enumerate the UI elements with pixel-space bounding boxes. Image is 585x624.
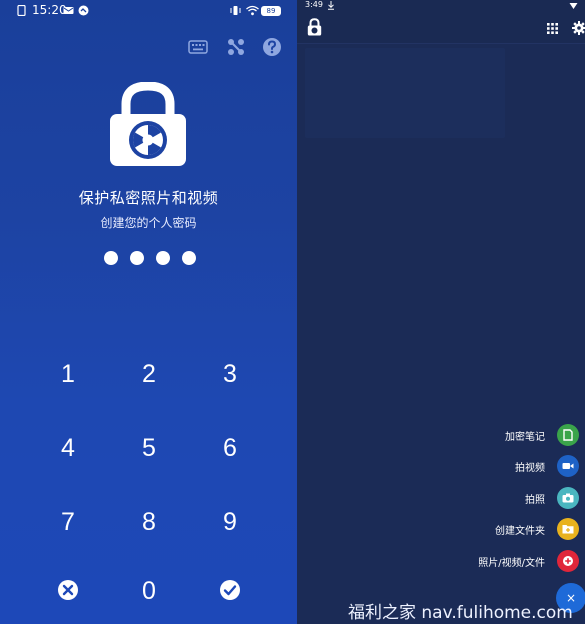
camera-icon[interactable] [557, 487, 579, 509]
fab-item-encrypted-note[interactable]: 加密笔记 [505, 422, 579, 448]
delete-key-icon[interactable] [56, 578, 80, 602]
pattern-icon[interactable] [226, 37, 246, 57]
key-8[interactable]: 8 [119, 500, 179, 544]
fab-item-label: 拍视频 [515, 462, 545, 474]
dimmed-content [305, 48, 505, 138]
fab-item-record-video[interactable]: 拍视频 [515, 453, 579, 479]
fab-item-label: 拍照 [525, 494, 545, 506]
pin-dot [104, 251, 118, 265]
pin-dot [156, 251, 170, 265]
sim-icon [17, 5, 26, 16]
grid-view-icon[interactable] [547, 23, 558, 34]
confirm-key-icon[interactable] [218, 578, 242, 602]
help-icon[interactable] [262, 37, 282, 57]
settings-gear-icon[interactable] [572, 21, 585, 35]
key-6[interactable]: 6 [200, 426, 260, 470]
key-5[interactable]: 5 [119, 426, 179, 470]
keyboard-icon[interactable] [188, 37, 208, 57]
note-icon[interactable] [557, 424, 579, 446]
wifi-icon [246, 5, 259, 16]
app-notification-icon [78, 5, 89, 16]
key-1[interactable]: 1 [38, 352, 98, 396]
fab-item-create-folder[interactable]: 创建文件夹 [495, 516, 579, 542]
add-media-icon[interactable] [557, 550, 579, 572]
status-time: 15:20 [32, 3, 67, 17]
key-9[interactable]: 9 [200, 500, 260, 544]
fab-item-label: 加密笔记 [505, 431, 545, 443]
app-lock-icon[interactable] [307, 18, 322, 36]
key-3[interactable]: 3 [200, 352, 260, 396]
video-camera-icon[interactable] [557, 455, 579, 477]
watermark-text: 福利之家 nav.fulihome.com [348, 603, 573, 623]
status-bar: 15:20 89 [0, 0, 297, 22]
pin-dot [182, 251, 196, 265]
folder-add-icon[interactable] [557, 518, 579, 540]
status-bar: 3:49 [297, 0, 585, 12]
pin-dot [130, 251, 144, 265]
key-0[interactable]: 0 [119, 569, 179, 613]
page-subtitle: 创建您的个人密码 [100, 216, 197, 230]
vibrate-icon [230, 6, 241, 15]
mail-icon [63, 7, 74, 14]
download-icon [328, 1, 334, 10]
signal-icon [569, 3, 578, 9]
key-7[interactable]: 7 [38, 500, 98, 544]
battery-indicator: 89 [261, 6, 281, 16]
fab-item-import-media[interactable]: 照片/视频/文件 [478, 548, 579, 574]
status-time: 3:49 [305, 0, 323, 9]
fab-item-take-photo[interactable]: 拍照 [525, 485, 579, 511]
top-app-bar [297, 12, 585, 44]
fab-item-label: 创建文件夹 [495, 525, 545, 537]
key-4[interactable]: 4 [38, 426, 98, 470]
lock-screen-panel: 15:20 89 保护私密照片和视频 创建您的个人密码 1 2 3 4 5 6 … [0, 0, 297, 624]
fab-item-label: 照片/视频/文件 [478, 557, 545, 569]
vault-lock-logo-icon [110, 82, 186, 166]
page-title: 保护私密照片和视频 [78, 189, 219, 207]
key-2[interactable]: 2 [119, 352, 179, 396]
pin-dots [104, 251, 196, 265]
